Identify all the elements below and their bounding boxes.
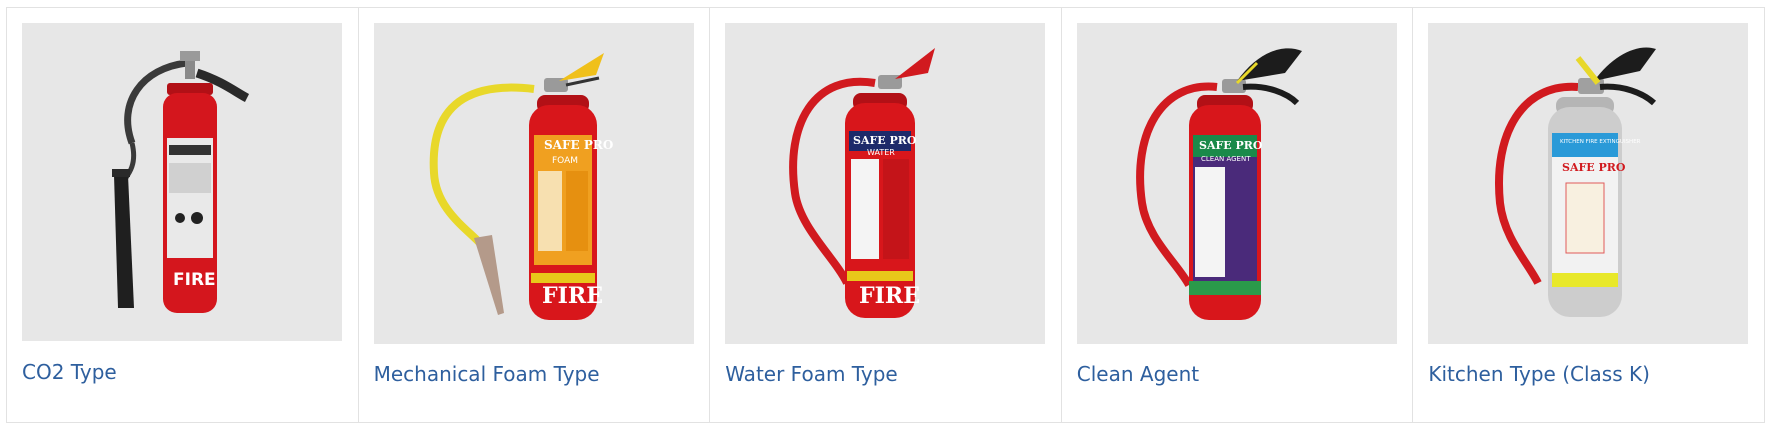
mechanical-foam-brand: SAFE PRO	[544, 138, 613, 152]
kitchen-extinguisher-illustration: KITCHEN FIRE EXTINGUISHER SAFE PRO	[1495, 47, 1657, 317]
co2-extinguisher-illustration: FIRE	[112, 51, 250, 313]
mechanical-foam-extinguisher-illustration: SAFE PRO FOAM FIRE	[429, 53, 613, 320]
product-card-water-foam[interactable]: SAFE PRO WATER FIRE Water Foam Type	[710, 8, 1062, 422]
kitchen-extinguisher-image[interactable]: KITCHEN FIRE EXTINGUISHER SAFE PRO	[1428, 23, 1749, 344]
water-foam-extinguisher-illustration: SAFE PRO WATER FIRE	[789, 48, 936, 318]
kitchen-agent: KITCHEN FIRE EXTINGUISHER	[1560, 139, 1641, 145]
product-link-water-foam[interactable]: Water Foam Type	[725, 362, 1046, 386]
product-card-kitchen[interactable]: KITCHEN FIRE EXTINGUISHER SAFE PRO Kitch…	[1413, 8, 1764, 422]
product-card-co2[interactable]: FIRE CO2 Type	[7, 8, 359, 422]
product-card-clean-agent[interactable]: SAFE PRO CLEAN AGENT Clean Agent	[1062, 8, 1414, 422]
clean-agent-extinguisher-image[interactable]: SAFE PRO CLEAN AGENT	[1076, 23, 1397, 344]
water-foam-fire-label: FIRE	[859, 283, 920, 309]
kitchen-brand: SAFE PRO	[1562, 161, 1626, 174]
water-foam-agent: WATER	[867, 148, 895, 157]
water-foam-extinguisher-image[interactable]: SAFE PRO WATER FIRE	[725, 23, 1046, 344]
mechanical-foam-fire-label: FIRE	[542, 283, 603, 309]
clean-agent-brand: SAFE PRO	[1199, 139, 1263, 152]
product-link-clean-agent[interactable]: Clean Agent	[1077, 362, 1398, 386]
mechanical-foam-agent: FOAM	[552, 156, 578, 166]
water-foam-brand: SAFE PRO	[853, 134, 917, 147]
co2-fire-label: FIRE	[173, 270, 216, 290]
product-link-mechanical-foam[interactable]: Mechanical Foam Type	[374, 362, 695, 386]
product-card-mechanical-foam[interactable]: SAFE PRO FOAM FIRE Mechanical Foam Type	[359, 8, 711, 422]
clean-agent-agent: CLEAN AGENT	[1201, 155, 1251, 163]
clean-agent-extinguisher-illustration: SAFE PRO CLEAN AGENT	[1135, 48, 1302, 320]
product-grid: FIRE CO2 Type SAFE PRO FOAM FIRE Mechani…	[6, 7, 1765, 423]
product-link-kitchen[interactable]: Kitchen Type (Class K)	[1428, 362, 1749, 386]
co2-extinguisher-image[interactable]: FIRE	[22, 23, 342, 341]
mechanical-foam-extinguisher-image[interactable]: SAFE PRO FOAM FIRE	[373, 23, 694, 344]
product-link-co2[interactable]: CO2 Type	[22, 360, 343, 384]
